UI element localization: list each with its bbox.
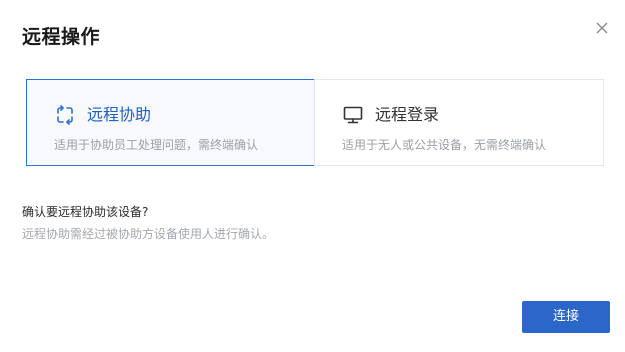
option-remote-login-description: 适用于无人或公共设备，无需终端确认 bbox=[342, 138, 547, 152]
confirm-hint: 远程协助需经过被协助方设备使用人进行确认。 bbox=[22, 227, 275, 241]
close-icon bbox=[592, 18, 612, 38]
close-button[interactable] bbox=[592, 18, 612, 38]
confirm-question: 确认要远程协助该设备? bbox=[22, 205, 149, 219]
option-remote-assist-label: 远程协助 bbox=[87, 105, 152, 124]
option-remote-login-label: 远程登录 bbox=[375, 105, 440, 124]
remote-operation-dialog: 远程操作 远程协助 适用于协助员工处理问题，需终端确认 远程登录 适用于无人或公… bbox=[0, 0, 625, 352]
option-remote-assist[interactable]: 远程协助 适用于协助员工处理问题，需终端确认 bbox=[26, 79, 315, 166]
monitor-icon bbox=[343, 105, 363, 125]
remote-assist-icon bbox=[55, 105, 75, 125]
connect-button[interactable]: 连接 bbox=[522, 301, 610, 333]
dialog-title: 远程操作 bbox=[22, 26, 101, 48]
option-remote-assist-description: 适用于协助员工处理问题，需终端确认 bbox=[54, 138, 259, 152]
option-remote-login[interactable]: 远程登录 适用于无人或公共设备，无需终端确认 bbox=[314, 79, 604, 166]
